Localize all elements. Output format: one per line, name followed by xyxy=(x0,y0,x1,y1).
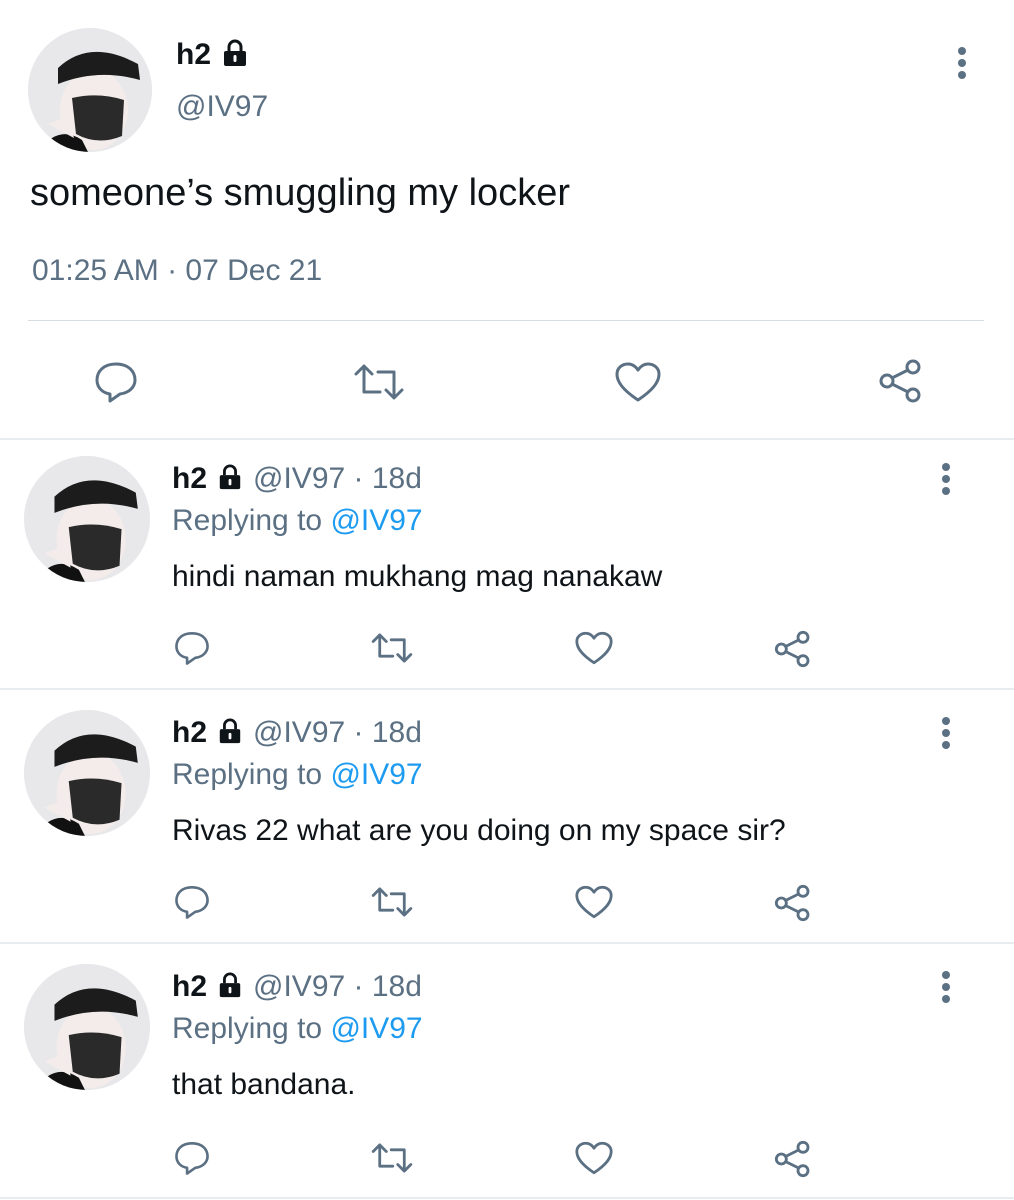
reply-icon[interactable] xyxy=(172,1138,212,1178)
lock-icon xyxy=(217,718,243,749)
more-icon[interactable] xyxy=(940,970,952,1009)
replying-to: Replying to @IV97 xyxy=(172,758,423,792)
share-icon[interactable] xyxy=(772,1138,814,1180)
author-name[interactable]: h2 xyxy=(172,462,207,496)
heart-icon[interactable] xyxy=(572,1138,616,1178)
author-name[interactable]: h2 xyxy=(172,970,207,1004)
replying-label: Replying to xyxy=(172,758,323,791)
avatar[interactable] xyxy=(28,28,152,152)
share-icon[interactable] xyxy=(772,628,814,670)
author-handle[interactable]: @IV97 xyxy=(176,90,268,124)
reply-text: that bandana. xyxy=(172,1068,356,1101)
reply-icon[interactable] xyxy=(172,628,212,668)
mention-link[interactable]: @IV97 xyxy=(330,1012,422,1045)
heart-icon[interactable] xyxy=(572,882,616,922)
lock-icon xyxy=(217,972,243,1003)
avatar[interactable] xyxy=(24,710,150,836)
share-icon[interactable] xyxy=(772,882,814,924)
more-icon[interactable] xyxy=(940,462,952,501)
divider xyxy=(0,1197,1014,1199)
heart-icon[interactable] xyxy=(572,628,616,668)
divider xyxy=(0,688,1014,690)
retweet-icon[interactable] xyxy=(368,1138,416,1178)
divider xyxy=(0,942,1014,944)
avatar[interactable] xyxy=(24,964,150,1090)
avatar[interactable] xyxy=(24,456,150,582)
reply-icon[interactable] xyxy=(92,358,140,406)
divider xyxy=(0,438,1014,440)
reply-text: Rivas 22 what are you doing on my space … xyxy=(172,814,786,847)
more-icon[interactable] xyxy=(956,46,968,85)
heart-icon[interactable] xyxy=(612,358,664,406)
replying-label: Replying to xyxy=(172,1012,323,1045)
divider xyxy=(28,320,984,321)
tweet-text: someone’s smuggling my locker xyxy=(30,172,570,214)
mention-link[interactable]: @IV97 xyxy=(330,504,422,537)
author-name[interactable]: h2 xyxy=(176,38,211,72)
replying-to: Replying to @IV97 xyxy=(172,504,423,538)
replying-label: Replying to xyxy=(172,504,323,537)
lock-icon xyxy=(217,464,243,495)
tweet-timestamp[interactable]: 01:25 AM · 07 Dec 21 xyxy=(32,254,322,288)
reply-meta[interactable]: @IV97 · 18d xyxy=(253,462,422,496)
retweet-icon[interactable] xyxy=(352,358,406,406)
retweet-icon[interactable] xyxy=(368,628,416,668)
replying-to: Replying to @IV97 xyxy=(172,1012,423,1046)
retweet-icon[interactable] xyxy=(368,882,416,922)
share-icon[interactable] xyxy=(876,356,926,406)
more-icon[interactable] xyxy=(940,716,952,755)
author-name[interactable]: h2 xyxy=(172,716,207,750)
reply-meta[interactable]: @IV97 · 18d xyxy=(253,716,422,750)
reply-meta[interactable]: @IV97 · 18d xyxy=(253,970,422,1004)
mention-link[interactable]: @IV97 xyxy=(330,758,422,791)
reply-text: hindi naman mukhang mag nanakaw xyxy=(172,560,663,593)
lock-icon xyxy=(221,39,249,72)
reply-icon[interactable] xyxy=(172,882,212,922)
